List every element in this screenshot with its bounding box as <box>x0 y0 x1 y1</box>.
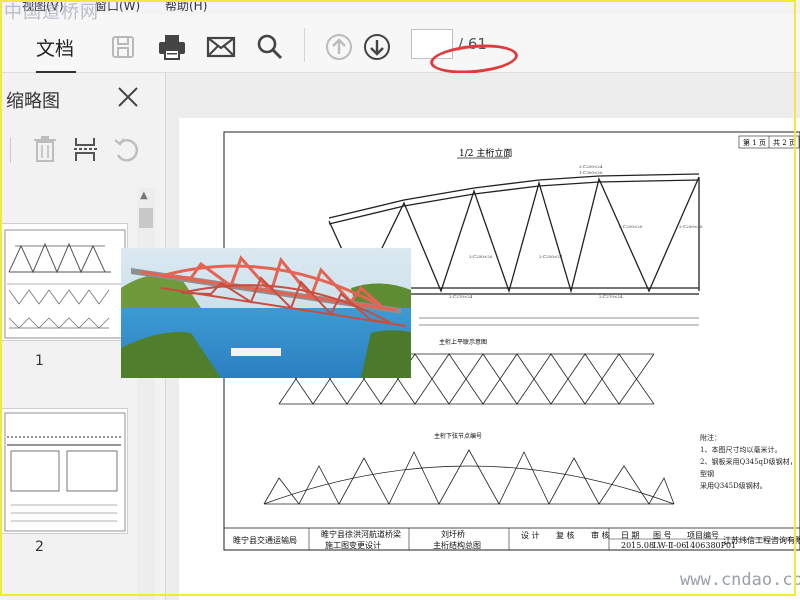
email-icon[interactable] <box>206 32 236 62</box>
svg-text:2-⊏250×20: 2-⊏250×20 <box>619 224 643 229</box>
note-3: 采用Q345D级钢材。 <box>700 482 767 490</box>
previous-page-icon[interactable] <box>324 32 354 62</box>
svg-text:2-⊏250×24: 2-⊏250×24 <box>579 164 603 169</box>
date-value: 2015.08 <box>621 541 655 550</box>
owner-name: 睢宁县交通运输局 <box>233 536 297 545</box>
bridge-photo <box>121 248 411 378</box>
drawing-title: 主桁结构总图 <box>433 541 481 550</box>
lower-plan-title: 主桁下弦节点编号 <box>434 432 482 440</box>
thumbnail-label-1: 1 <box>35 353 44 369</box>
svg-text:1-⊏300×20: 1-⊏300×20 <box>579 170 603 175</box>
project-line-2: 施工图变更设计 <box>325 541 381 550</box>
project-line-1: 睢宁县徐洪河航道桥梁 <box>321 530 401 539</box>
project-no-label: 项目编号 <box>687 531 719 540</box>
thumbnail-toolbar <box>0 131 160 171</box>
rotate-page-icon[interactable] <box>112 135 140 167</box>
scroll-up-icon[interactable]: ▲ <box>140 190 148 201</box>
watermark-url: www.cndao.com <box>680 570 800 590</box>
toolbar: 文档 / 61 <box>0 14 800 77</box>
design-label: 设 计 <box>521 531 540 540</box>
close-icon[interactable] <box>116 85 140 113</box>
sheet-pages-label: 共 2 页 <box>773 138 796 147</box>
date-label: 日 期 <box>621 531 640 540</box>
thumbnail-panel-title: 缩略图 <box>6 91 60 112</box>
drawing-notes: 附注： 1、本图尺寸均以毫米计。 2、钢板采用Q345qD级钢材，型钢 采用Q3… <box>700 432 800 492</box>
svg-text:2-⊏250×20: 2-⊏250×20 <box>679 224 703 229</box>
search-icon[interactable] <box>255 32 285 62</box>
menu-window[interactable]: 窗口(W) <box>95 0 140 14</box>
svg-text:2-⊏270×24: 2-⊏270×24 <box>599 294 623 299</box>
drawing-no-label: 图 号 <box>653 531 672 540</box>
svg-text:2-⊏250×20: 2-⊏250×20 <box>469 254 493 259</box>
lower-chord-diagram <box>263 449 675 505</box>
print-icon[interactable] <box>157 32 187 62</box>
company-name: 江苏纬信工程咨询有限公司 <box>723 536 800 545</box>
menu-bar: 视图(V) 窗口(W) 帮助(H) <box>0 0 800 14</box>
page-thumbnail-2[interactable] <box>0 408 128 534</box>
sheet-page-label: 第 1 页 <box>743 138 766 147</box>
note-2: 2、钢板采用Q345qD级钢材，型钢 <box>700 458 797 478</box>
review-label: 复 核 <box>556 531 575 540</box>
page-thumbnail-1[interactable] <box>0 223 128 341</box>
check-label: 审 核 <box>591 531 610 540</box>
save-icon[interactable] <box>108 32 138 62</box>
note-1: 1、本图尺寸均以毫米计。 <box>700 446 782 454</box>
thumbnail-label-2: 2 <box>35 539 44 555</box>
bridge-name: 刘圩桥 <box>441 530 465 539</box>
svg-text:2-⊏250×24: 2-⊏250×24 <box>539 254 563 259</box>
toolbar-separator <box>304 28 305 62</box>
upper-plan-title: 主桁上平联示意图 <box>439 338 487 346</box>
thumbnail-toolbar-separator <box>10 137 11 163</box>
notes-title: 附注： <box>700 434 721 442</box>
tab-document[interactable]: 文档 <box>36 34 74 61</box>
next-page-icon[interactable] <box>362 32 392 62</box>
title-block: 睢宁县交通运输局 睢宁县徐洪河航道桥梁 施工图变更设计 刘圩桥 主桁结构总图 设… <box>229 529 800 551</box>
svg-text:2-⊏270×24: 2-⊏270×24 <box>449 294 473 299</box>
delete-page-icon[interactable] <box>32 135 58 167</box>
drawing-no-value: LW-Ⅱ-06 <box>653 541 687 550</box>
scroll-thumb[interactable] <box>139 208 153 228</box>
extract-page-icon[interactable] <box>72 135 100 167</box>
watermark-logo: 中国道桥网 <box>4 2 99 23</box>
main-view-title: 1/2 主桁立面 <box>459 147 512 159</box>
menu-help[interactable]: 帮助(H) <box>165 0 207 14</box>
